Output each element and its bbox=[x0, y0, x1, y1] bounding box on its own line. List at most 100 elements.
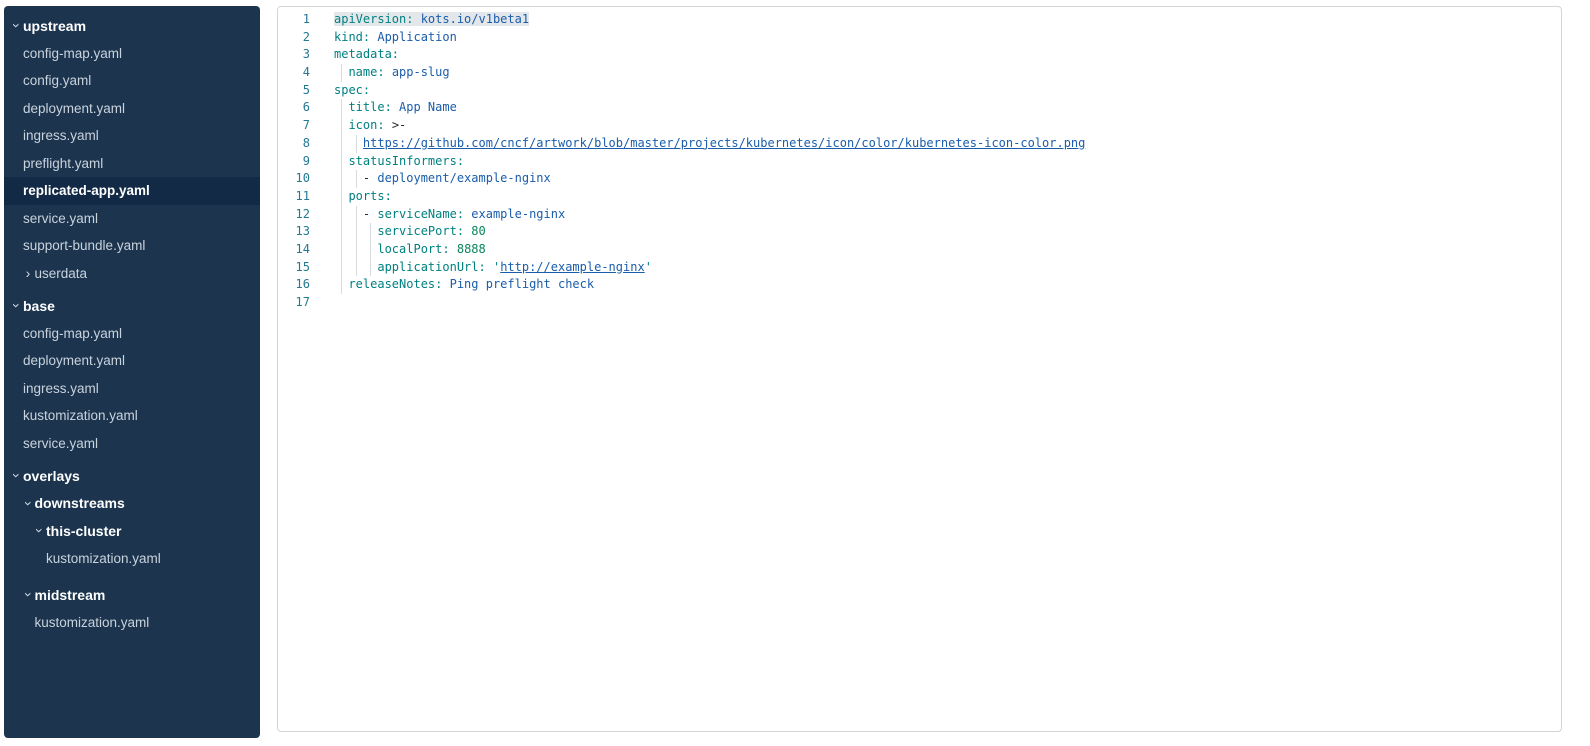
code-line[interactable]: 6 title: App Name bbox=[278, 99, 1561, 117]
code-line[interactable]: 1 apiVersion: kots.io/v1beta1 bbox=[278, 11, 1561, 29]
tree-item-label: overlays bbox=[23, 468, 80, 484]
yaml-token-key: localPort: bbox=[377, 242, 456, 256]
url-link[interactable]: http://example-nginx bbox=[500, 260, 645, 274]
line-number: 12 bbox=[278, 206, 310, 224]
code-line[interactable]: 12 - serviceName: example-nginx bbox=[278, 206, 1561, 224]
code-line[interactable]: 5 spec: bbox=[278, 82, 1561, 100]
tree-item-label: base bbox=[23, 298, 55, 314]
code-line[interactable]: 17 bbox=[278, 294, 1561, 312]
line-number: 4 bbox=[278, 64, 310, 82]
chevron-down-icon[interactable]: › bbox=[33, 524, 46, 537]
yaml-token-val: example-nginx bbox=[471, 207, 565, 221]
yaml-token-op: - bbox=[363, 207, 377, 221]
tree-folder-overlays[interactable]: ›overlays bbox=[4, 462, 260, 490]
tree-file-kustomization-yaml[interactable]: kustomization.yaml bbox=[4, 545, 260, 573]
code-line-content[interactable]: ports: bbox=[310, 188, 1561, 206]
yaml-token-val: app-slug bbox=[392, 65, 450, 79]
yaml-token-key: icon: bbox=[348, 118, 391, 132]
code-line[interactable]: 8 https://github.com/cncf/artwork/blob/m… bbox=[278, 135, 1561, 153]
tree-file-replicated-app-yaml[interactable]: replicated-app.yaml bbox=[4, 177, 260, 205]
tree-item-label: this-cluster bbox=[46, 523, 121, 539]
line-number: 16 bbox=[278, 276, 310, 294]
yaml-token-key: ports: bbox=[348, 189, 391, 203]
code-line-content[interactable]: metadata: bbox=[310, 46, 1561, 64]
file-tree-sidebar: ›upstreamconfig-map.yamlconfig.yamldeplo… bbox=[4, 6, 260, 738]
line-number: 1 bbox=[278, 11, 310, 29]
tree-file-support-bundle-yaml[interactable]: support-bundle.yaml bbox=[4, 232, 260, 260]
indent-guide bbox=[356, 259, 357, 277]
tree-file-deployment-yaml[interactable]: deployment.yaml bbox=[4, 95, 260, 123]
page: ›upstreamconfig-map.yamlconfig.yamldeplo… bbox=[0, 0, 1590, 746]
indent-guide bbox=[356, 206, 357, 224]
code-line-content[interactable]: spec: bbox=[310, 82, 1561, 100]
code-line-content[interactable]: kind: Application bbox=[310, 29, 1561, 47]
line-number: 17 bbox=[278, 294, 310, 312]
tree-folder-upstream[interactable]: ›upstream bbox=[4, 12, 260, 40]
tree-folder-userdata[interactable]: ›userdata bbox=[4, 260, 260, 288]
code-line[interactable]: 2kind: Application bbox=[278, 29, 1561, 47]
yaml-token-val: App Name bbox=[399, 100, 457, 114]
tree-folder-downstreams[interactable]: ›downstreams bbox=[4, 490, 260, 518]
code-line-content[interactable]: localPort: 8888 bbox=[310, 241, 1561, 259]
yaml-token-val: Application bbox=[377, 30, 456, 44]
url-link[interactable]: https://github.com/cncf/artwork/blob/mas… bbox=[363, 136, 1085, 150]
indent-guide bbox=[341, 135, 342, 153]
code-line[interactable]: 16 releaseNotes: Ping preflight check bbox=[278, 276, 1561, 294]
code-line[interactable]: 15 applicationUrl: 'http://example-nginx… bbox=[278, 259, 1561, 277]
code-line-content[interactable]: - deployment/example-nginx bbox=[310, 170, 1561, 188]
indent-guide bbox=[356, 241, 357, 259]
tree-item-label: ingress.yaml bbox=[23, 381, 99, 396]
code-line[interactable]: 14 localPort: 8888 bbox=[278, 241, 1561, 259]
chevron-down-icon[interactable]: › bbox=[22, 588, 35, 601]
tree-file-service-yaml[interactable]: service.yaml bbox=[4, 205, 260, 233]
highlighted-text: apiVersion: kots.io/v1beta1 bbox=[334, 12, 529, 26]
tree-file-ingress-yaml[interactable]: ingress.yaml bbox=[4, 375, 260, 403]
chevron-down-icon[interactable]: › bbox=[22, 497, 35, 510]
code-line-content[interactable]: https://github.com/cncf/artwork/blob/mas… bbox=[310, 135, 1561, 153]
code-line-content[interactable]: apiVersion: kots.io/v1beta1 bbox=[310, 11, 1561, 29]
tree-folder-this-cluster[interactable]: ›this-cluster bbox=[4, 517, 260, 545]
tree-item-label: upstream bbox=[23, 18, 86, 34]
chevron-down-icon[interactable]: › bbox=[10, 299, 23, 312]
code-line-content[interactable]: applicationUrl: 'http://example-nginx' bbox=[310, 259, 1561, 277]
chevron-down-icon[interactable]: › bbox=[10, 19, 23, 32]
tree-file-kustomization-yaml[interactable]: kustomization.yaml bbox=[4, 609, 260, 637]
code-editor[interactable]: 1 apiVersion: kots.io/v1beta1 2kind: Appli… bbox=[277, 6, 1562, 732]
code-line[interactable]: 13 servicePort: 80 bbox=[278, 223, 1561, 241]
line-number: 5 bbox=[278, 82, 310, 100]
code-line-content[interactable]: releaseNotes: Ping preflight check bbox=[310, 276, 1561, 294]
code-line-content[interactable]: name: app-slug bbox=[310, 64, 1561, 82]
line-number: 9 bbox=[278, 153, 310, 171]
tree-folder-base[interactable]: ›base bbox=[4, 292, 260, 320]
code-line[interactable]: 10 - deployment/example-nginx bbox=[278, 170, 1561, 188]
tree-file-deployment-yaml[interactable]: deployment.yaml bbox=[4, 347, 260, 375]
tree-file-ingress-yaml[interactable]: ingress.yaml bbox=[4, 122, 260, 150]
code-line[interactable]: 11 ports: bbox=[278, 188, 1561, 206]
tree-file-preflight-yaml[interactable]: preflight.yaml bbox=[4, 150, 260, 178]
code-line-content[interactable]: statusInformers: bbox=[310, 153, 1561, 171]
yaml-token-key: spec: bbox=[334, 83, 370, 97]
code-line-content[interactable]: servicePort: 80 bbox=[310, 223, 1561, 241]
yaml-token-quote: ' bbox=[645, 260, 652, 274]
chevron-right-icon[interactable]: › bbox=[22, 267, 35, 280]
code-line-content[interactable]: icon: >- bbox=[310, 117, 1561, 135]
code-line-content[interactable]: - serviceName: example-nginx bbox=[310, 206, 1561, 224]
chevron-down-icon[interactable]: › bbox=[10, 469, 23, 482]
tree-file-config-map-yaml[interactable]: config-map.yaml bbox=[4, 320, 260, 348]
code-line[interactable]: 7 icon: >- bbox=[278, 117, 1561, 135]
tree-file-config-yaml[interactable]: config.yaml bbox=[4, 67, 260, 95]
tree-file-service-yaml[interactable]: service.yaml bbox=[4, 430, 260, 458]
code-line[interactable]: 3metadata: bbox=[278, 46, 1561, 64]
tree-item-label: service.yaml bbox=[23, 211, 98, 226]
tree-file-kustomization-yaml[interactable]: kustomization.yaml bbox=[4, 402, 260, 430]
yaml-token-key: releaseNotes: bbox=[348, 277, 449, 291]
indent-guide bbox=[370, 241, 371, 259]
code-line[interactable]: 4 name: app-slug bbox=[278, 64, 1561, 82]
code-line-content[interactable]: title: App Name bbox=[310, 99, 1561, 117]
indent-guide bbox=[341, 99, 342, 117]
code-line-content[interactable] bbox=[310, 294, 1561, 312]
yaml-token-key: apiVersion: bbox=[334, 12, 421, 26]
tree-folder-midstream[interactable]: ›midstream bbox=[4, 581, 260, 609]
code-line[interactable]: 9 statusInformers: bbox=[278, 153, 1561, 171]
tree-file-config-map-yaml[interactable]: config-map.yaml bbox=[4, 40, 260, 68]
